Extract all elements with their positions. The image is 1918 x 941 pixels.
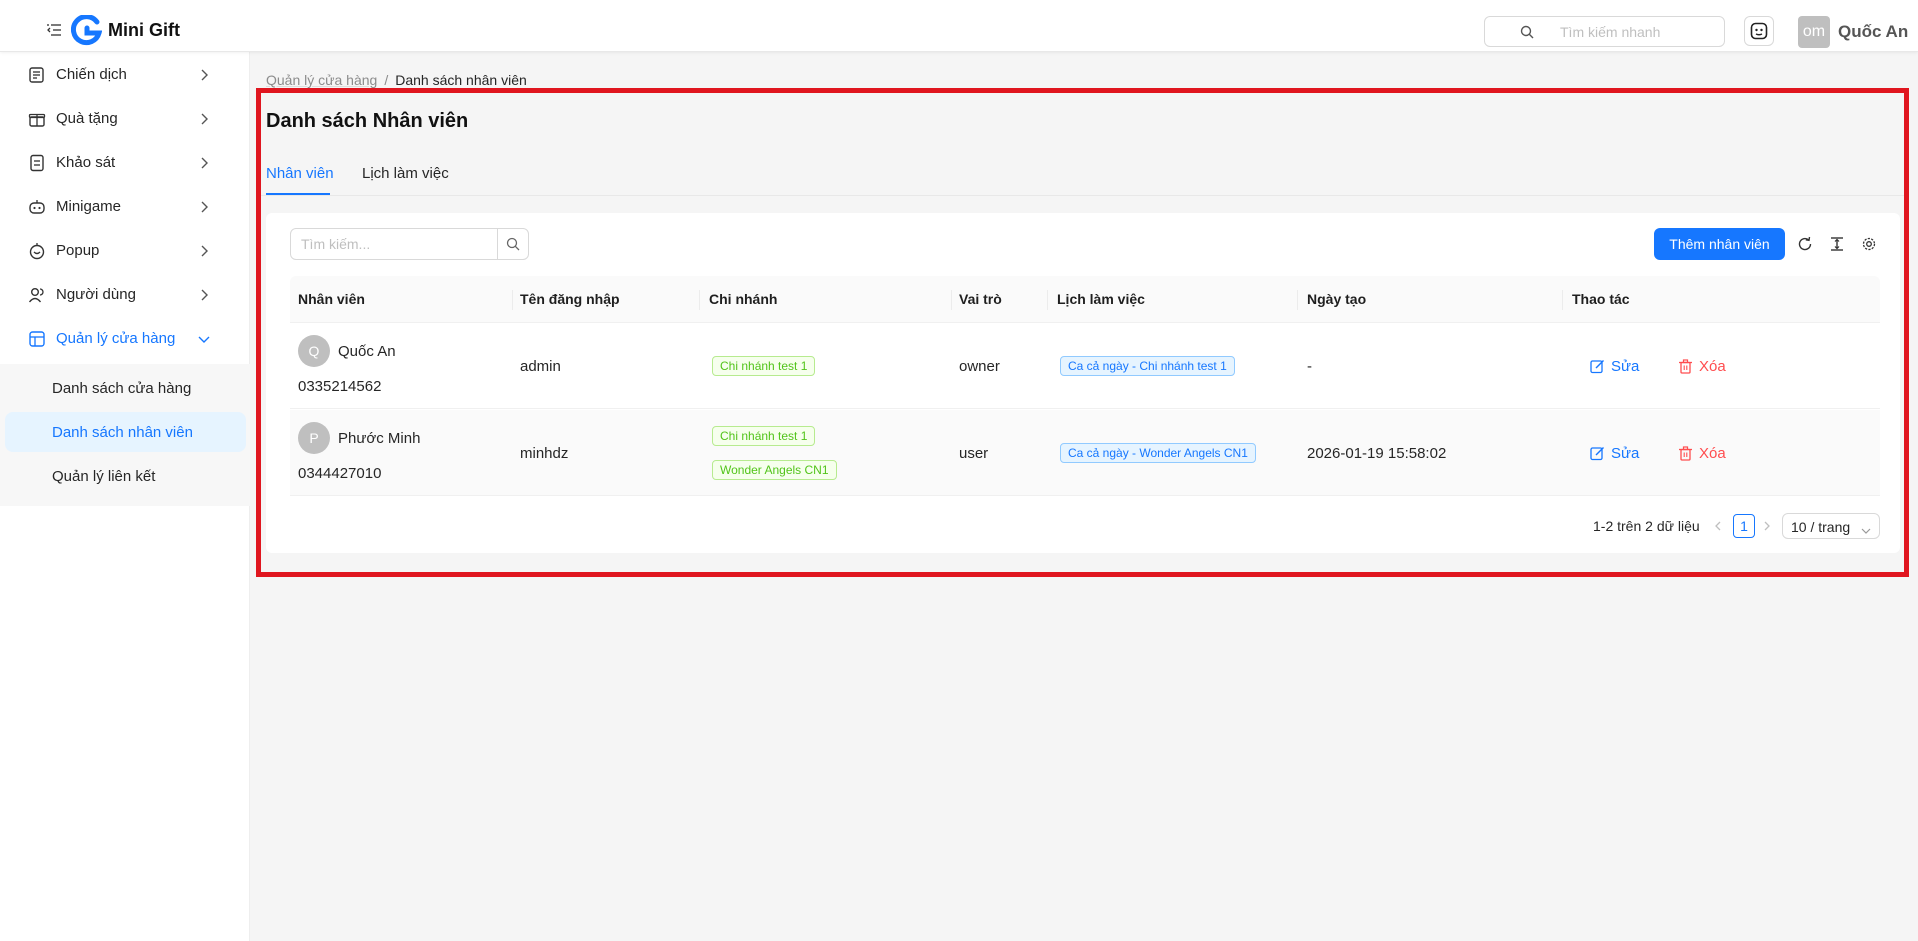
menu-fold-icon[interactable] [47, 24, 61, 36]
sidebar-subitem-staff-list[interactable]: Danh sách nhân viên [5, 412, 246, 452]
breadcrumb-current: Danh sách nhân viên [395, 72, 527, 88]
highlight-frame [256, 88, 1909, 577]
sidebar-item-campaign[interactable]: Chiến dịch [0, 52, 250, 96]
quick-search[interactable] [1484, 16, 1725, 47]
sidebar-item-users[interactable]: Người dùng [0, 272, 250, 316]
top-header: Mini Gift om Quốc An [0, 0, 1918, 52]
search-icon [1520, 25, 1534, 42]
store-submenu: Danh sách cửa hàng Danh sách nhân viên Q… [0, 364, 250, 506]
chevron-right-icon [198, 112, 210, 125]
breadcrumb: Quản lý cửa hàng / Danh sách nhân viên [266, 72, 527, 88]
sidebar-subitem-store-list[interactable]: Danh sách cửa hàng [5, 368, 246, 408]
sidebar-subitem-label: Danh sách nhân viên [52, 424, 193, 441]
campaign-icon [28, 66, 46, 84]
face-icon [1750, 22, 1768, 40]
sidebar-item-label: Người dùng [56, 286, 136, 303]
sidebar-item-label: Chiến dịch [56, 66, 127, 83]
breadcrumb-parent[interactable]: Quản lý cửa hàng [266, 72, 377, 88]
survey-icon [28, 154, 46, 172]
sidebar-item-gifts[interactable]: Quà tặng [0, 96, 250, 140]
chevron-right-icon [198, 200, 210, 213]
sidebar-item-store-management[interactable]: Quản lý cửa hàng [0, 316, 250, 360]
app-logo [70, 14, 103, 46]
chevron-right-icon [198, 68, 210, 81]
sidebar-subitem-label: Quản lý liên kết [52, 468, 156, 485]
sidebar-item-survey[interactable]: Khảo sát [0, 140, 250, 184]
user-name[interactable]: Quốc An [1838, 22, 1908, 42]
assistant-button[interactable] [1744, 16, 1774, 46]
app-name: Mini Gift [108, 20, 180, 40]
chevron-right-icon [198, 156, 210, 169]
sidebar-item-label: Quản lý cửa hàng [56, 330, 176, 347]
breadcrumb-separator: / [384, 72, 389, 88]
sidebar-subitem-label: Danh sách cửa hàng [52, 380, 192, 397]
sidebar-subitem-link-management[interactable]: Quản lý liên kết [5, 456, 246, 496]
sidebar-item-label: Minigame [56, 198, 122, 215]
user-avatar[interactable]: om [1798, 16, 1830, 48]
robot-icon [28, 198, 46, 216]
gift-icon [28, 110, 46, 128]
chevron-right-icon [198, 244, 210, 257]
sidebar-item-popup[interactable]: Popup [0, 228, 250, 272]
sidebar-item-label: Khảo sát [56, 154, 116, 171]
chevron-down-icon [198, 332, 210, 344]
sidebar: Chiến dịch Quà tặng Khảo sát Minigame Po… [0, 52, 250, 941]
store-icon [28, 330, 46, 348]
sidebar-item-label: Quà tặng [56, 110, 118, 127]
sidebar-item-label: Popup [56, 242, 100, 259]
chevron-right-icon [198, 288, 210, 301]
sidebar-item-minigame[interactable]: Minigame [0, 184, 250, 228]
users-icon [28, 286, 46, 304]
quick-search-input[interactable] [1560, 23, 1710, 41]
popup-icon [28, 242, 46, 260]
